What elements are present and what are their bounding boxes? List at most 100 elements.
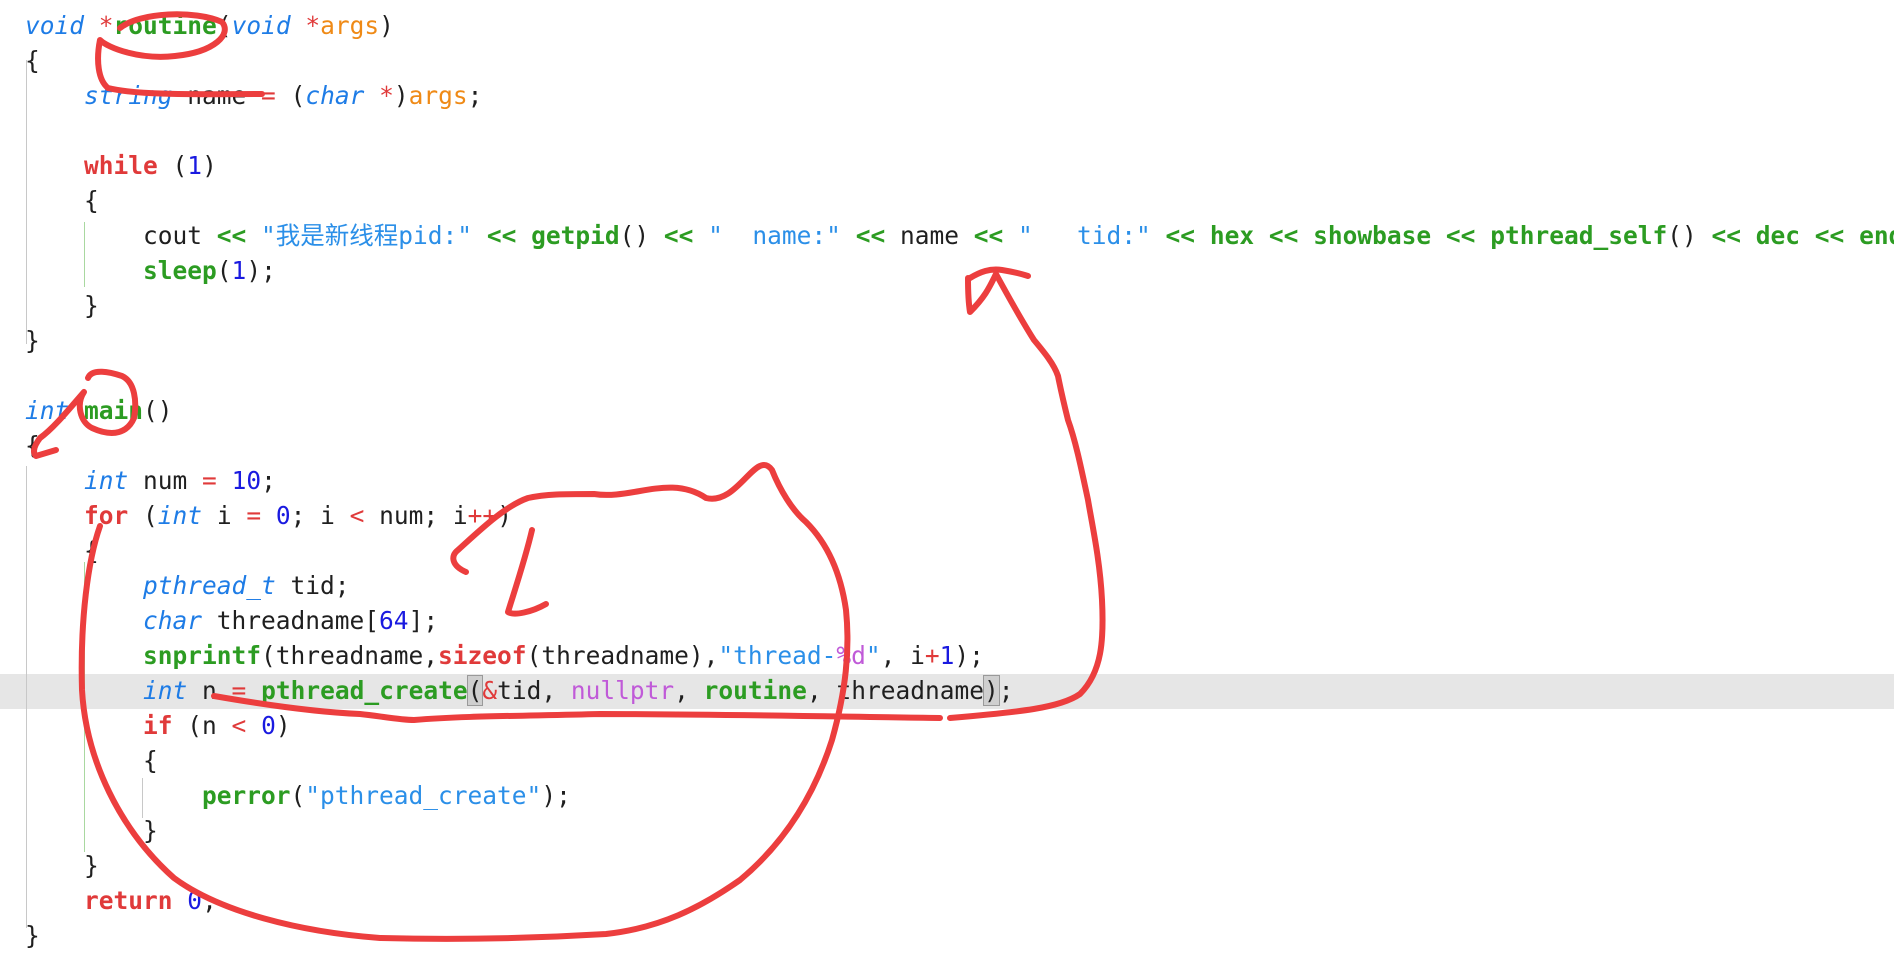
- code-line[interactable]: }: [25, 918, 40, 953]
- code-token: sizeof: [438, 641, 527, 670]
- code-token: i: [202, 501, 247, 530]
- code-token: 1: [187, 151, 203, 180]
- code-token: 1: [231, 256, 247, 285]
- code-token: ;: [998, 676, 1014, 705]
- code-line[interactable]: {: [25, 43, 40, 78]
- code-token: );: [954, 641, 984, 670]
- code-token: );: [246, 256, 276, 285]
- code-token: 0: [187, 886, 203, 915]
- code-token: {: [25, 46, 40, 75]
- code-token: string: [84, 81, 173, 110]
- code-line[interactable]: }: [25, 813, 158, 848]
- code-token: (: [466, 675, 484, 706]
- code-token: (: [216, 11, 232, 40]
- code-line[interactable]: pthread_t tid;: [25, 568, 350, 603]
- code-token: (: [290, 781, 306, 810]
- code-line[interactable]: snprintf(threadname,sizeof(threadname),"…: [25, 638, 984, 673]
- code-token: +: [924, 641, 940, 670]
- code-line[interactable]: {: [25, 743, 158, 778]
- code-line[interactable]: string name = (char *)args;: [25, 78, 482, 113]
- annotation-arrowhead-small: [505, 527, 549, 617]
- code-token: args: [320, 11, 380, 40]
- code-line[interactable]: int main(): [25, 393, 173, 428]
- code-line[interactable]: {: [25, 533, 99, 568]
- code-line[interactable]: cout << "我是新线程pid:" << getpid() << " nam…: [25, 218, 1894, 253]
- code-token: }: [25, 921, 40, 950]
- code-token: (threadname,: [261, 641, 439, 670]
- code-line[interactable]: int num = 10;: [25, 463, 276, 498]
- code-token: "thread-: [718, 641, 837, 670]
- code-token: *: [98, 11, 114, 40]
- code-line[interactable]: }: [25, 288, 99, 323]
- code-token: {: [25, 186, 99, 215]
- code-editor[interactable]: void *routine(void *args){ string name =…: [0, 0, 1894, 968]
- code-token: {: [25, 536, 99, 565]
- code-token: (: [216, 256, 232, 285]
- code-token: }: [25, 291, 99, 320]
- code-token: , i: [880, 641, 925, 670]
- hand-drawn-annotations: [30, 11, 1106, 942]
- code-token: (: [275, 81, 306, 110]
- code-line[interactable]: for (int i = 0; i < num; i++): [25, 498, 512, 533]
- code-token: <<: [1711, 221, 1741, 250]
- code-token: }: [25, 816, 158, 845]
- code-line[interactable]: sleep(1);: [25, 253, 276, 288]
- code-token: 1: [939, 641, 955, 670]
- code-token: (n: [172, 711, 232, 740]
- code-token: getpid: [531, 221, 620, 250]
- code-line[interactable]: int n = pthread_create(&tid, nullptr, ro…: [25, 673, 1013, 708]
- code-token: sleep: [143, 256, 217, 285]
- code-line[interactable]: }: [25, 323, 40, 358]
- code-line[interactable]: while (1): [25, 148, 217, 183]
- code-token: 0: [261, 711, 276, 740]
- code-line[interactable]: }: [25, 848, 99, 883]
- code-line[interactable]: perror("pthread_create");: [25, 778, 571, 813]
- code-line[interactable]: char threadname[64];: [25, 603, 438, 638]
- code-token: {: [25, 431, 40, 460]
- code-token: "pthread_create": [305, 781, 542, 810]
- code-token: ": [865, 641, 881, 670]
- code-token: showbase: [1313, 221, 1432, 250]
- code-token: , threadname: [806, 676, 984, 705]
- code-token: (: [128, 501, 158, 530]
- code-token: "我是新线程pid:": [261, 221, 473, 250]
- code-token: *: [379, 81, 394, 110]
- code-token: %d: [836, 641, 866, 670]
- code-line[interactable]: {: [25, 428, 40, 463]
- code-token: ): [982, 675, 1000, 706]
- code-line[interactable]: void *routine(void *args): [25, 8, 394, 43]
- code-token: <<: [1814, 221, 1845, 250]
- code-line[interactable]: return 0;: [25, 883, 217, 918]
- code-token: for: [84, 501, 129, 530]
- code-token: <: [231, 711, 247, 740]
- code-line[interactable]: {: [25, 183, 99, 218]
- code-token: ): [202, 151, 217, 180]
- code-token: pthread_create: [261, 676, 468, 705]
- code-token: int: [157, 501, 203, 530]
- code-token: 0: [275, 501, 291, 530]
- code-token: tid;: [275, 571, 350, 600]
- code-line[interactable]: if (n < 0): [25, 708, 291, 743]
- code-token: }: [25, 326, 40, 355]
- code-token: perror: [202, 781, 291, 810]
- annotation-arrowhead-top: [967, 266, 1031, 281]
